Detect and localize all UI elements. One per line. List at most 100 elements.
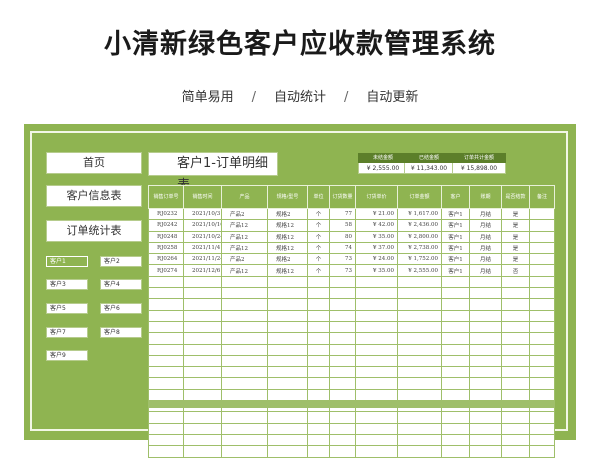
table-cell[interactable]: ¥ 2,800.00: [397, 230, 442, 243]
table-cell[interactable]: 2021/11/4: [183, 241, 222, 255]
table-cell[interactable]: [441, 309, 470, 322]
table-cell[interactable]: [397, 309, 442, 322]
table-cell[interactable]: [183, 433, 222, 447]
empty-table-row[interactable]: [148, 377, 555, 390]
table-row[interactable]: RJ0274 2021/12/6 产品12 规格12 个 73 ¥ 35.00 ¥ 2,555…: [148, 264, 555, 277]
table-cell[interactable]: 80: [329, 230, 356, 243]
table-cell[interactable]: [397, 287, 442, 300]
table-cell[interactable]: [267, 445, 308, 458]
table-cell[interactable]: [529, 343, 555, 356]
table-cell[interactable]: [397, 354, 442, 368]
empty-table-row[interactable]: [148, 275, 555, 289]
table-cell[interactable]: RJ0264: [148, 253, 184, 266]
table-cell[interactable]: [441, 298, 470, 311]
table-cell[interactable]: [221, 309, 268, 322]
table-cell[interactable]: [397, 343, 442, 356]
table-cell[interactable]: [355, 287, 398, 300]
table-cell[interactable]: RJ0258: [148, 241, 184, 255]
table-cell[interactable]: [441, 354, 470, 368]
table-cell[interactable]: [501, 320, 530, 334]
table-cell[interactable]: RJ0232: [148, 207, 184, 221]
table-cell[interactable]: [329, 411, 356, 424]
table-cell[interactable]: [148, 377, 184, 390]
table-cell[interactable]: [148, 298, 184, 311]
table-cell[interactable]: [397, 411, 442, 424]
table-cell[interactable]: 月结: [469, 253, 502, 266]
table-cell[interactable]: [529, 320, 555, 334]
table-cell[interactable]: [469, 366, 502, 379]
table-cell[interactable]: [329, 433, 356, 447]
table-cell[interactable]: [355, 332, 398, 345]
empty-table-row[interactable]: [148, 343, 555, 356]
table-cell[interactable]: [355, 309, 398, 322]
table-cell[interactable]: [221, 298, 268, 311]
table-cell[interactable]: [397, 422, 442, 435]
table-cell[interactable]: [529, 230, 555, 243]
table-cell[interactable]: [307, 354, 330, 368]
table-cell[interactable]: [267, 354, 308, 368]
table-cell[interactable]: [397, 332, 442, 345]
table-cell[interactable]: [355, 275, 398, 289]
table-cell[interactable]: 个: [307, 264, 330, 277]
table-cell[interactable]: [267, 377, 308, 390]
customer-info-button[interactable]: 客户信息表: [46, 185, 142, 207]
empty-table-row[interactable]: [148, 354, 555, 368]
table-cell[interactable]: [329, 377, 356, 390]
table-cell[interactable]: [267, 287, 308, 300]
table-cell[interactable]: ¥ 2,555.00: [397, 264, 442, 277]
table-cell[interactable]: [355, 411, 398, 424]
table-cell[interactable]: 客户1: [441, 230, 470, 243]
table-cell[interactable]: [355, 422, 398, 435]
table-cell[interactable]: [469, 422, 502, 435]
table-cell[interactable]: [469, 354, 502, 368]
table-cell[interactable]: [529, 354, 555, 368]
table-cell[interactable]: 产品12: [221, 230, 268, 243]
table-cell[interactable]: 规格12: [267, 219, 308, 232]
table-cell[interactable]: [397, 377, 442, 390]
table-cell[interactable]: 规格12: [267, 230, 308, 243]
customer-4-button[interactable]: 客户4: [100, 279, 142, 290]
table-cell[interactable]: 客户1: [441, 253, 470, 266]
table-cell[interactable]: [529, 445, 555, 458]
table-cell[interactable]: [183, 354, 222, 368]
table-cell[interactable]: [183, 411, 222, 424]
empty-table-row[interactable]: [148, 298, 555, 311]
table-cell[interactable]: [307, 309, 330, 322]
table-row[interactable]: RJ0248 2021/10/24 产品12 规格12 个 80 ¥ 35.00 ¥ 2,80…: [148, 230, 555, 243]
customer-8-button[interactable]: 客户8: [100, 327, 142, 338]
table-cell[interactable]: [148, 287, 184, 300]
table-cell[interactable]: [329, 287, 356, 300]
table-cell[interactable]: [529, 287, 555, 300]
table-cell[interactable]: [267, 388, 308, 402]
table-cell[interactable]: [183, 422, 222, 435]
empty-table-row[interactable]: [148, 422, 555, 435]
table-cell[interactable]: [148, 366, 184, 379]
empty-table-row[interactable]: [148, 332, 555, 345]
table-cell[interactable]: 个: [307, 253, 330, 266]
table-cell[interactable]: [148, 411, 184, 424]
table-cell[interactable]: [267, 422, 308, 435]
table-cell[interactable]: [221, 411, 268, 424]
table-cell[interactable]: [307, 445, 330, 458]
table-cell[interactable]: [501, 298, 530, 311]
table-cell[interactable]: [329, 422, 356, 435]
table-cell[interactable]: [469, 445, 502, 458]
table-cell[interactable]: 否: [501, 264, 530, 277]
table-cell[interactable]: [397, 298, 442, 311]
empty-table-row[interactable]: [148, 309, 555, 322]
table-cell[interactable]: 规格2: [267, 207, 308, 221]
empty-table-row[interactable]: [148, 320, 555, 334]
table-cell[interactable]: [441, 433, 470, 447]
table-cell[interactable]: 月结: [469, 230, 502, 243]
table-cell[interactable]: 73: [329, 253, 356, 266]
table-cell[interactable]: [441, 388, 470, 402]
table-cell[interactable]: [307, 388, 330, 402]
table-cell[interactable]: [329, 354, 356, 368]
table-cell[interactable]: [221, 332, 268, 345]
table-cell[interactable]: [183, 287, 222, 300]
table-cell[interactable]: 2021/12/6: [183, 264, 222, 277]
table-cell[interactable]: [397, 366, 442, 379]
table-cell[interactable]: ¥ 1,752.00: [397, 253, 442, 266]
table-cell[interactable]: RJ0242: [148, 219, 184, 232]
table-cell[interactable]: 2021/11/24: [183, 253, 222, 266]
